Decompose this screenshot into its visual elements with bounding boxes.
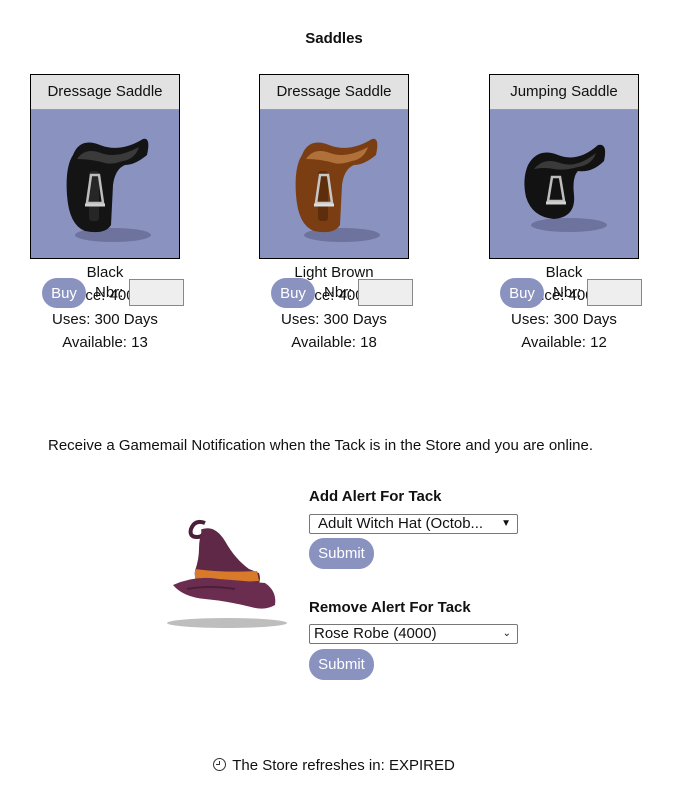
buy-button[interactable]: Buy (42, 278, 86, 308)
tack-name: Jumping Saddle (490, 75, 638, 110)
tack-card: Jumping Saddle Black Price: 4000 Uses: 3… (489, 74, 639, 354)
tack-image-frame[interactable]: Dressage Saddle (259, 74, 409, 259)
tack-card: Dressage Saddle Black Price: 4000 Uses: … (30, 74, 180, 354)
add-alert-select[interactable]: Adult Witch Hat (Octob... ▼ (309, 514, 518, 534)
tack-available: Available: 18 (291, 333, 377, 351)
nbr-label: Nbr: (95, 284, 124, 301)
tack-uses: Uses: 300 Days (511, 310, 617, 328)
clock-icon (213, 758, 227, 771)
remove-alert-label: Remove Alert For Tack (309, 599, 471, 616)
store-refresh-status: The Store refreshes in: EXPIRED (0, 757, 668, 774)
refresh-text: The Store refreshes in: EXPIRED (232, 757, 455, 774)
tack-uses: Uses: 300 Days (52, 310, 158, 328)
buy-button[interactable]: Buy (500, 278, 544, 308)
add-alert-label: Add Alert For Tack (309, 488, 442, 505)
quantity-input[interactable] (358, 279, 413, 306)
witch-hat-image (167, 519, 287, 628)
dropdown-arrow-icon: ▼ (501, 518, 511, 529)
tack-uses: Uses: 300 Days (281, 310, 387, 328)
saddle-image (295, 138, 380, 242)
quantity-input[interactable] (129, 279, 184, 306)
buy-row: Buy Nbr: (271, 278, 431, 310)
page-title: Saddles (305, 30, 363, 47)
tack-available: Available: 12 (521, 333, 607, 351)
saddle-image (524, 144, 607, 232)
add-alert-selected: Adult Witch Hat (Octob... (318, 515, 484, 532)
buy-row: Buy Nbr: (500, 278, 660, 310)
tack-name: Dressage Saddle (31, 75, 179, 110)
tack-name: Dressage Saddle (260, 75, 408, 110)
remove-alert-select[interactable]: Rose Robe (4000) ⌄ (309, 624, 518, 644)
tack-card: Dressage Saddle Light Brown Price: 4000 … (259, 74, 409, 354)
buy-row: Buy Nbr: (42, 278, 202, 310)
saddle-image (66, 138, 151, 242)
buy-button[interactable]: Buy (271, 278, 315, 308)
tack-available: Available: 13 (62, 333, 148, 351)
notification-info-text: Receive a Gamemail Notification when the… (48, 437, 594, 454)
tack-image-frame[interactable]: Dressage Saddle (30, 74, 180, 259)
chevron-down-icon: ⌄ (502, 628, 511, 639)
remove-alert-selected: Rose Robe (4000) (314, 625, 437, 642)
nbr-label: Nbr: (553, 284, 582, 301)
nbr-label: Nbr: (324, 284, 353, 301)
remove-alert-submit-button[interactable]: Submit (309, 649, 374, 680)
quantity-input[interactable] (587, 279, 642, 306)
tack-image-frame[interactable]: Jumping Saddle (489, 74, 639, 259)
add-alert-submit-button[interactable]: Submit (309, 538, 374, 569)
